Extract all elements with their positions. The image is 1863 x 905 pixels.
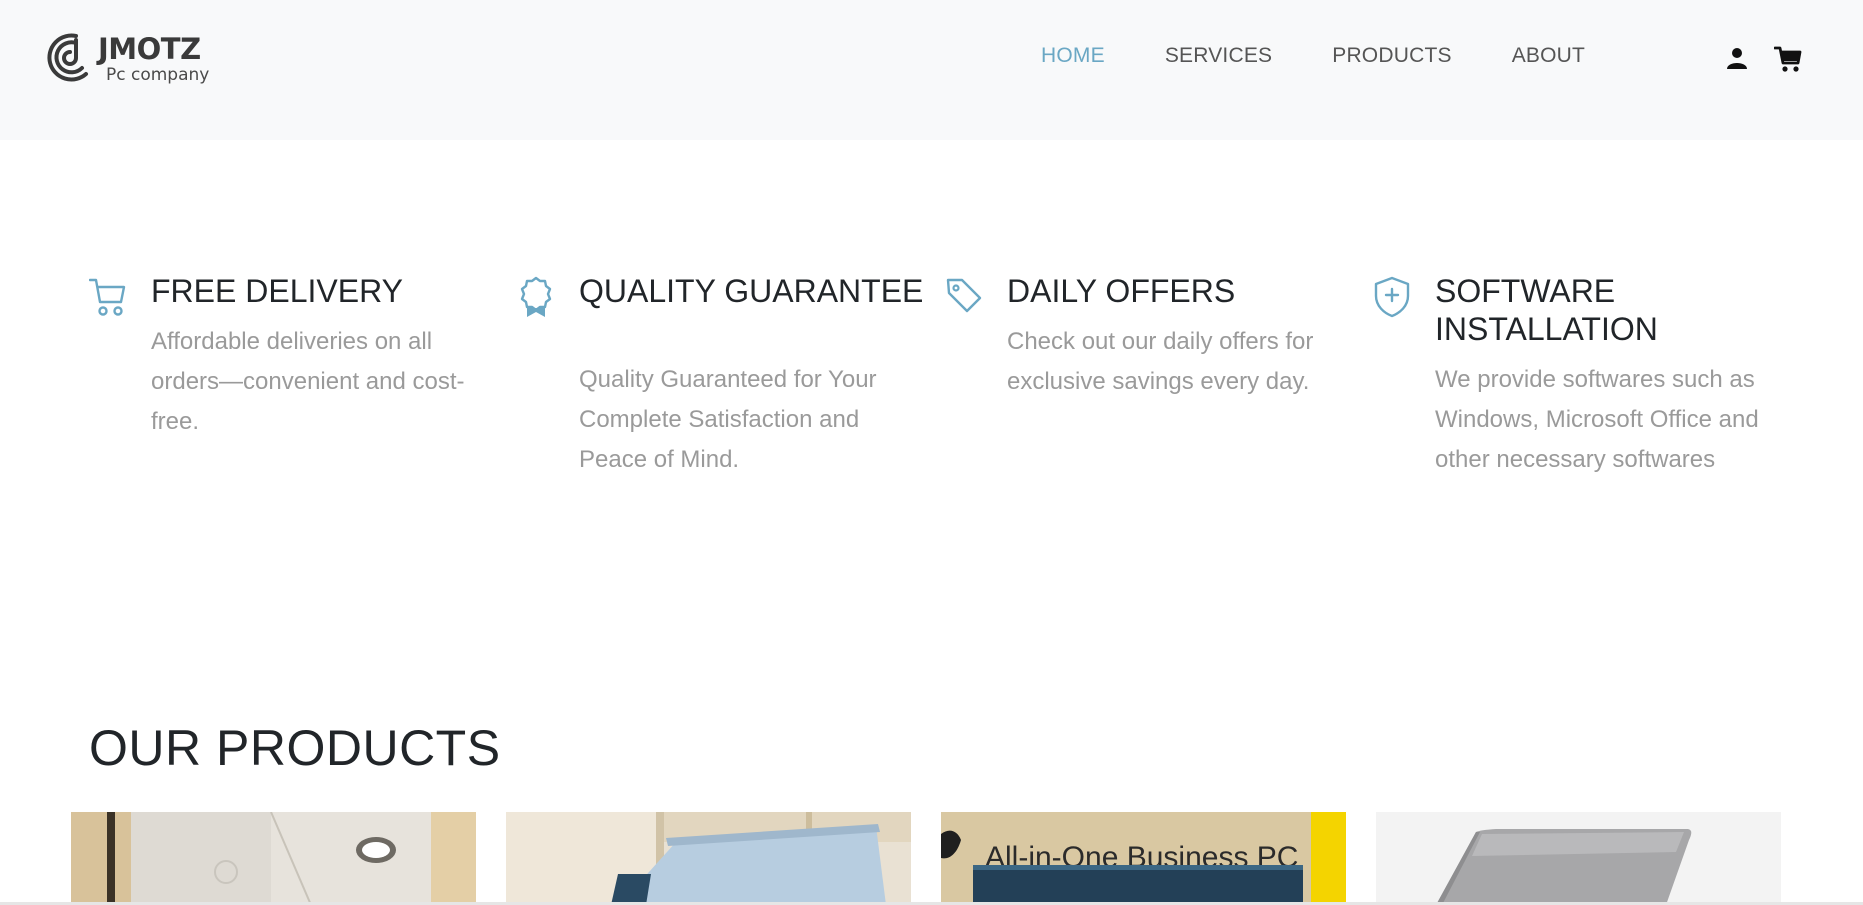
nav-about[interactable]: ABOUT [1512,44,1585,68]
product-image [71,812,476,905]
shield-plus-icon [1374,276,1410,318]
feature-description: Check out our daily offers for exclusive… [1007,328,1314,395]
nav-products[interactable]: PRODUCTS [1332,44,1451,68]
brand-name: JMOTZ [98,32,201,66]
feature-title: SOFTWARE INSTALLATION [1435,273,1658,347]
product-card[interactable] [1376,812,1781,905]
feature-description: We provide softwares such as Windows, Mi… [1435,366,1759,473]
nav-services[interactable]: SERVICES [1165,44,1272,68]
product-image: All-in-One Business PC [941,812,1346,905]
feature-description: Affordable deliveries on all orders—conv… [151,328,465,435]
product-card[interactable] [71,812,476,905]
brand-logo[interactable]: JMOTZ Pc company [46,28,216,88]
feature-description: Quality Guaranteed for Your Complete Sat… [579,366,877,473]
product-card[interactable]: All-in-One Business PC [941,812,1346,905]
feature-title: QUALITY GUARANTEE [579,273,924,309]
nav-home[interactable]: HOME [1041,44,1105,68]
product-card[interactable] [506,812,911,905]
products-heading: OUR PRODUCTS [89,720,501,776]
cart-icon [89,278,126,316]
product-image [506,812,911,905]
tag-icon [946,278,982,313]
award-icon [520,276,552,317]
cart-icon[interactable] [1774,45,1802,73]
logo-icon [47,33,88,82]
feature-title: DAILY OFFERS [1007,273,1236,309]
feature-title: FREE DELIVERY [151,273,403,309]
site-header: JMOTZ Pc company HOME SERVICES PRODUCTS … [0,0,1863,140]
brand-tagline: Pc company [106,65,210,85]
main-nav: HOME SERVICES PRODUCTS ABOUT [1041,44,1645,68]
user-icon[interactable] [1725,46,1749,70]
product-image [1376,812,1781,905]
